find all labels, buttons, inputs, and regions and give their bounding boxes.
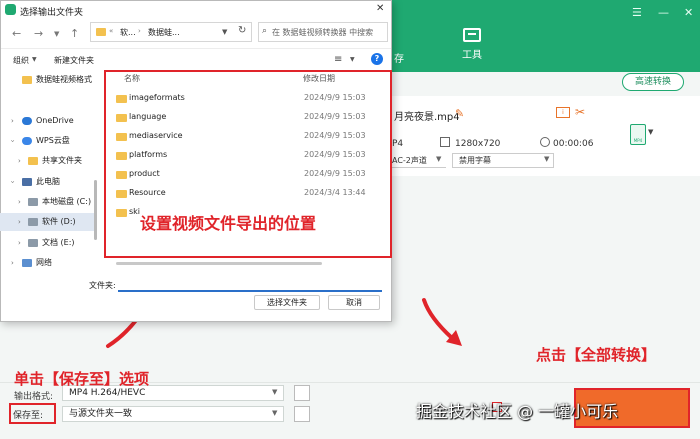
close-icon[interactable]: ✕	[376, 3, 384, 14]
folder-input[interactable]	[118, 276, 382, 292]
chevron-down-icon[interactable]: ›	[3, 181, 21, 184]
nav-item-video-format[interactable]: 数据蛙视频格式	[0, 71, 95, 89]
forward-arrow-icon[interactable]: →	[34, 27, 43, 40]
up-arrow-icon[interactable]: ↑	[70, 27, 79, 40]
nav-item-drive-c[interactable]: › 本地磁盘 (C:)	[0, 193, 95, 211]
drive-icon	[28, 218, 38, 226]
nav-item-onedrive[interactable]: › OneDrive	[0, 112, 95, 130]
new-folder-button[interactable]: 新建文件夹	[54, 55, 94, 66]
refresh-icon[interactable]: ↻	[238, 25, 246, 36]
chevron-right-icon[interactable]: ›	[18, 152, 21, 170]
file-list-scrollbar[interactable]	[116, 262, 322, 265]
toolbar-divider	[1, 48, 391, 49]
search-icon: ⌕	[262, 26, 268, 36]
cloud-icon	[22, 117, 32, 125]
organize-menu[interactable]: 组织	[13, 55, 29, 66]
chevron-down-icon[interactable]: ▼	[350, 56, 355, 63]
folder-icon	[96, 28, 106, 36]
nav-item-label: 文档 (E:)	[42, 238, 75, 247]
chevron-down-icon[interactable]: ›	[3, 140, 21, 143]
computer-icon	[22, 178, 32, 186]
breadcrumb-separator-icon: ›	[138, 27, 141, 35]
nav-item-drive-d[interactable]: › 软件 (D:)	[0, 213, 95, 231]
breadcrumb-overflow-icon[interactable]: «	[109, 27, 113, 35]
nav-item-wps-cloud[interactable]: › WPS云盘	[0, 132, 95, 150]
nav-item-label: 数据蛙视频格式	[36, 75, 92, 84]
chevron-right-icon[interactable]: ›	[11, 254, 14, 272]
chevron-right-icon[interactable]: ›	[11, 112, 14, 130]
nav-item-label: 网络	[36, 258, 52, 267]
app-logo-icon	[5, 4, 16, 15]
watermark: 掘金技术社区 @ 一罐小可乐	[416, 402, 619, 421]
chevron-down-icon[interactable]: ▼	[222, 28, 227, 36]
help-icon[interactable]: ?	[371, 53, 383, 65]
drive-icon	[28, 239, 38, 247]
nav-item-label: 本地磁盘 (C:)	[42, 197, 92, 206]
nav-item-label: 此电脑	[36, 177, 60, 186]
back-arrow-icon[interactable]: ←	[12, 27, 21, 40]
nav-item-drive-e[interactable]: › 文档 (E:)	[0, 234, 95, 252]
nav-item-label: 共享文件夹	[42, 156, 82, 165]
chevron-down-icon[interactable]: ▼	[32, 56, 37, 63]
nav-item-shared-folder[interactable]: › 共享文件夹	[0, 152, 95, 170]
network-icon	[22, 259, 32, 267]
nav-item-this-pc[interactable]: › 此电脑	[0, 173, 95, 191]
nav-item-label: 软件 (D:)	[42, 217, 76, 226]
select-folder-button[interactable]: 选择文件夹	[254, 295, 320, 310]
view-options-icon[interactable]: ≡	[334, 54, 342, 65]
chevron-right-icon[interactable]: ›	[18, 234, 21, 252]
dialog-title: 选择输出文件夹	[20, 8, 84, 18]
search-placeholder: 在 数据蛙视频转换器 中搜索	[272, 28, 374, 37]
cloud-icon	[22, 137, 32, 145]
drive-icon	[28, 198, 38, 206]
chevron-right-icon[interactable]: ›	[18, 213, 21, 231]
cancel-button[interactable]: 取消	[328, 295, 380, 310]
recent-chevron-icon[interactable]: ▼	[54, 30, 59, 38]
annotation-location-hint: 设置视频文件导出的位置	[140, 214, 317, 233]
folder-field-label: 文件夹:	[89, 281, 116, 290]
nav-item-network[interactable]: › 网络	[0, 254, 95, 272]
folder-icon	[22, 76, 32, 84]
nav-item-label: OneDrive	[36, 116, 74, 125]
nav-item-label: WPS云盘	[36, 136, 70, 145]
breadcrumb-item[interactable]: 数据蛙...	[148, 27, 180, 38]
nav-scrollbar[interactable]	[94, 180, 97, 240]
folder-icon	[28, 157, 38, 165]
breadcrumb-item[interactable]: 软...	[120, 27, 136, 38]
chevron-right-icon[interactable]: ›	[18, 193, 21, 211]
